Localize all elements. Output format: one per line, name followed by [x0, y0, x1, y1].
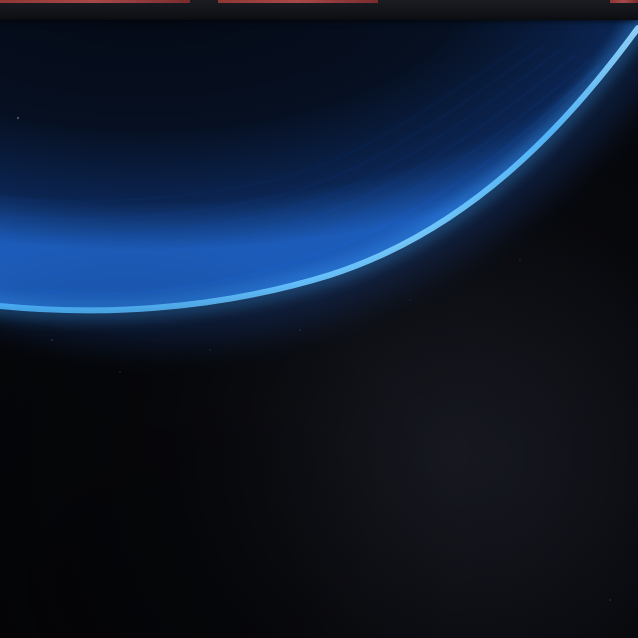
top-strip: [0, 0, 638, 20]
star: [16, 116, 20, 120]
star: [51, 339, 53, 341]
star: [119, 371, 121, 373]
space-scene: [0, 20, 638, 638]
top-strip-accent-right: [610, 0, 638, 3]
top-strip-accent-middle: [218, 0, 378, 3]
screenshot-frame: [0, 0, 638, 638]
top-strip-accent-left: [0, 0, 190, 3]
star: [519, 259, 521, 261]
star: [299, 329, 301, 331]
star: [209, 349, 211, 351]
star: [409, 299, 411, 301]
star: [609, 599, 611, 601]
